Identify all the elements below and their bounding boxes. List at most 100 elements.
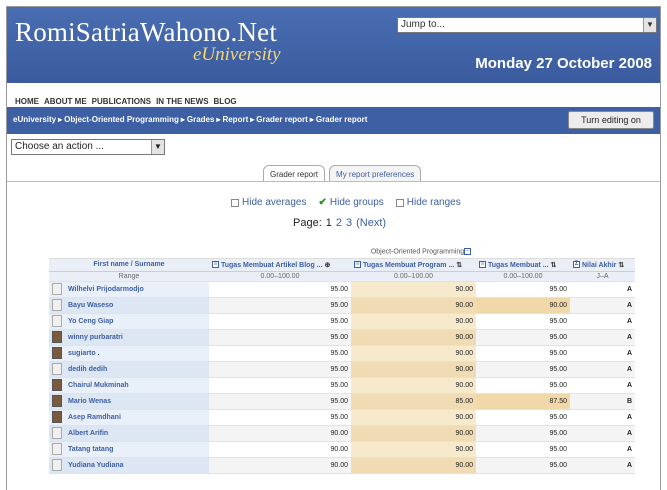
avatar[interactable] [52, 427, 62, 439]
student-name-link[interactable]: Tatang tatang [68, 446, 113, 453]
breadcrumb-item[interactable]: Object-Oriented Programming [64, 115, 179, 124]
column-label[interactable]: Tugas Membuat ... [488, 262, 549, 269]
student-name-link[interactable]: dedih dedih [68, 366, 107, 373]
avatar[interactable] [52, 315, 62, 327]
grade-cell[interactable]: 95.00 [476, 409, 570, 426]
toggle-label[interactable]: Hide averages [242, 197, 306, 208]
grade-cell[interactable]: 90.00 [351, 345, 476, 362]
toggle-label[interactable]: Hide ranges [407, 197, 461, 208]
avatar[interactable] [52, 299, 62, 311]
grade-cell[interactable]: 90.00 [351, 313, 476, 330]
grade-cell[interactable]: 90.00 [351, 457, 476, 474]
grade-cell[interactable]: 90.00 [351, 441, 476, 458]
student-name-link[interactable]: Yudiana Yudiana [68, 462, 124, 469]
name-column-header[interactable]: First name / Surname [49, 258, 209, 272]
toggle-hide-averages[interactable]: Hide averages [231, 197, 306, 208]
choose-action-select[interactable]: Choose an action ... ▼ [11, 139, 165, 155]
grade-cell[interactable]: 85.00 [351, 393, 476, 410]
nav-home[interactable]: HOME [15, 97, 39, 106]
avatar[interactable] [52, 395, 62, 407]
student-name-link[interactable]: Chairul Mukminah [68, 382, 129, 389]
checkbox-icon[interactable] [395, 198, 404, 207]
chevron-down-icon[interactable]: ▼ [151, 140, 164, 154]
grade-cell[interactable]: 90.00 [351, 361, 476, 378]
avatar[interactable] [52, 283, 62, 295]
avatar[interactable] [52, 443, 62, 455]
grade-cell[interactable]: 90.00 [351, 377, 476, 394]
grade-cell[interactable]: 95.00 [209, 297, 351, 314]
sort-icon[interactable]: ⊕ [325, 262, 331, 269]
grade-cell[interactable]: 87.50 [476, 393, 570, 410]
sort-icon[interactable]: ⇅ [456, 262, 462, 269]
grade-cell[interactable]: 95.00 [476, 329, 570, 346]
grade-cell[interactable]: 95.00 [209, 281, 351, 298]
grade-cell[interactable]: 90.00 [476, 297, 570, 314]
grade-cell[interactable]: 95.00 [209, 409, 351, 426]
pager-link[interactable]: 3 [346, 217, 352, 229]
toggle-hide-groups[interactable]: ✔ Hide groups [318, 197, 383, 208]
pager-link[interactable]: 2 [336, 217, 342, 229]
grade-cell[interactable]: 95.00 [476, 313, 570, 330]
grade-cell[interactable]: 90.00 [209, 457, 351, 474]
jump-to-select[interactable]: Jump to... ▼ [397, 17, 657, 33]
student-name-link[interactable]: Albert Arifin [68, 430, 108, 437]
column-header-4[interactable]: Σ Nilai Akhir ⇅ [570, 258, 635, 272]
nav-in-the-news[interactable]: IN THE NEWS [156, 97, 208, 106]
chevron-down-icon[interactable]: ▼ [643, 18, 656, 32]
student-name-link[interactable]: Asep Ramdhani [68, 414, 121, 421]
grade-cell[interactable]: 90.00 [209, 441, 351, 458]
student-name-link[interactable]: Yo Ceng Giap [68, 318, 113, 325]
avatar[interactable] [52, 347, 62, 359]
avatar[interactable] [52, 411, 62, 423]
grade-cell[interactable]: 90.00 [351, 297, 476, 314]
grade-cell[interactable]: 90.00 [351, 425, 476, 442]
grade-cell[interactable]: 95.00 [476, 361, 570, 378]
column-header-1[interactable]: ≡ Tugas Membuat Artikel Blog ... ⊕ [209, 258, 351, 272]
avatar[interactable] [52, 331, 62, 343]
avatar[interactable] [52, 363, 62, 375]
grade-cell[interactable]: 90.00 [351, 409, 476, 426]
grade-cell[interactable]: 95.00 [476, 425, 570, 442]
column-label[interactable]: Tugas Membuat Artikel Blog ... [221, 262, 323, 269]
grade-cell[interactable]: 95.00 [209, 345, 351, 362]
grade-cell[interactable]: 90.00 [209, 425, 351, 442]
breadcrumb-item[interactable]: Grades [187, 115, 215, 124]
sort-icon[interactable]: ⇅ [551, 262, 557, 269]
grade-cell[interactable]: 95.00 [476, 377, 570, 394]
tab-my-report-preferences[interactable]: My report preferences [329, 165, 422, 181]
breadcrumb-item[interactable]: Report [222, 115, 248, 124]
nav-about-me[interactable]: ABOUT ME [44, 97, 87, 106]
column-header-3[interactable]: ≡ Tugas Membuat ... ⇅ [476, 258, 570, 272]
grade-cell[interactable]: 95.00 [209, 393, 351, 410]
nav-blog[interactable]: BLOG [214, 97, 237, 106]
grade-cell[interactable]: 95.00 [209, 313, 351, 330]
breadcrumb-item[interactable]: eUniversity [13, 115, 56, 124]
student-name-link[interactable]: sugiarto . [68, 350, 100, 357]
sort-icon[interactable]: ⇅ [618, 262, 624, 269]
grade-cell[interactable]: 95.00 [209, 361, 351, 378]
grade-cell[interactable]: 90.00 [351, 281, 476, 298]
grade-cell[interactable]: 95.00 [209, 329, 351, 346]
grade-cell[interactable]: 90.00 [351, 329, 476, 346]
grade-cell[interactable]: 95.00 [476, 457, 570, 474]
breadcrumb-item[interactable]: Grader report [256, 115, 308, 124]
tab-grader-report[interactable]: Grader report [263, 165, 326, 181]
turn-editing-on-button[interactable]: Turn editing on [568, 111, 654, 129]
column-label[interactable]: Tugas Membuat Program ... [363, 262, 454, 269]
avatar[interactable] [52, 379, 62, 391]
column-label[interactable]: Nilai Akhir [582, 262, 616, 269]
avatar[interactable] [52, 459, 62, 471]
grade-cell[interactable]: 95.00 [476, 345, 570, 362]
check-icon[interactable]: ✔ [318, 197, 326, 208]
nav-publications[interactable]: PUBLICATIONS [92, 97, 151, 106]
student-name-link[interactable]: Bayu Waseso [68, 302, 113, 309]
grade-cell[interactable]: 95.00 [476, 441, 570, 458]
checkbox-icon[interactable] [231, 198, 239, 207]
grade-cell[interactable]: 95.00 [209, 377, 351, 394]
column-header-2[interactable]: ≡ Tugas Membuat Program ... ⇅ [351, 258, 476, 272]
grade-cell[interactable]: 95.00 [476, 281, 570, 298]
student-name-link[interactable]: Wilhelvi Prijodarmodjo [68, 286, 144, 293]
pager-next-link[interactable]: (Next) [356, 217, 386, 229]
toggle-hide-ranges[interactable]: Hide ranges [395, 197, 461, 208]
collapse-icon[interactable]: − [464, 247, 472, 255]
